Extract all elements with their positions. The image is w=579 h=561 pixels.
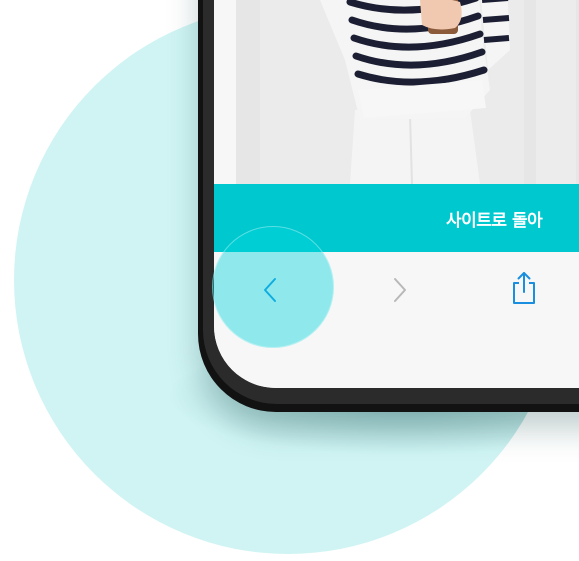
banner-text: 사이트로 돌아 <box>446 211 543 231</box>
model-illustration <box>260 0 524 184</box>
forward-button[interactable] <box>380 270 420 310</box>
product-photo[interactable] <box>260 0 524 184</box>
photo-area <box>236 0 579 184</box>
chevron-right-icon <box>394 278 406 302</box>
next-product-photo[interactable] <box>536 0 576 184</box>
share-icon <box>513 272 535 304</box>
share-button[interactable] <box>504 268 544 308</box>
tap-highlight-circle <box>212 226 334 348</box>
stage: 사이트로 돌아 <box>0 0 579 561</box>
